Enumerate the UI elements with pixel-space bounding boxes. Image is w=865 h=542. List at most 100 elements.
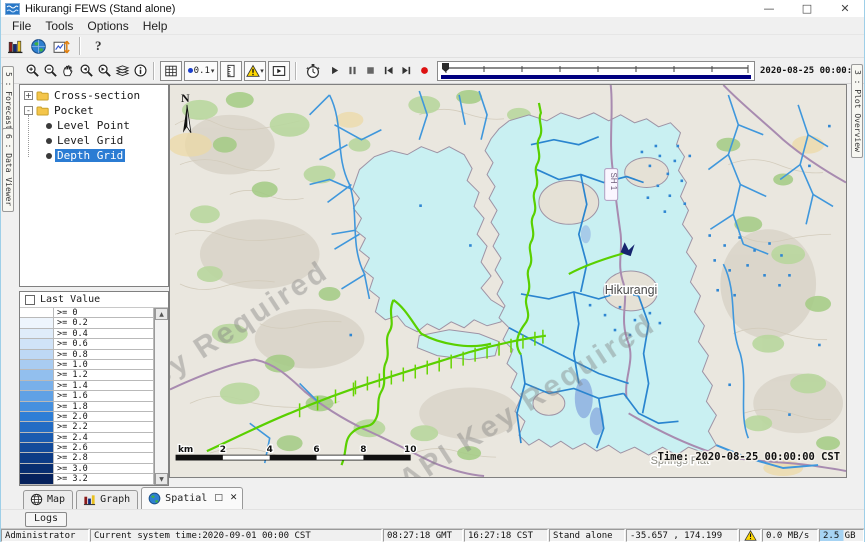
zoom-in-button[interactable] xyxy=(24,61,40,81)
legend-row[interactable]: >= 1.6 xyxy=(20,391,154,401)
timeline-handle[interactable] xyxy=(442,63,449,72)
tree-item-level-point[interactable]: Level Point xyxy=(20,118,168,133)
tab-map[interactable]: Map xyxy=(23,490,73,509)
tab-maximize-icon[interactable]: □ xyxy=(214,493,223,503)
datastore-icon[interactable] xyxy=(6,38,25,55)
tab-graph[interactable]: Graph xyxy=(76,490,138,509)
node-bullet-icon xyxy=(46,123,52,129)
legend-row[interactable]: >= 2.8 xyxy=(20,453,154,463)
pan-hand-button[interactable] xyxy=(60,61,76,81)
status-local-time: 16:27:18 CST xyxy=(464,529,548,542)
legend-color-swatch xyxy=(20,370,54,379)
tree-item-level-grid[interactable]: Level Grid xyxy=(20,133,168,148)
status-gmt-time: 08:27:18 GMT xyxy=(383,529,463,542)
legend-row-label: >= 0.4 xyxy=(54,329,154,338)
animation-movie-button[interactable] xyxy=(268,61,290,81)
contour-interval-value: 0.1 xyxy=(194,66,210,76)
contour-interval-dropdown[interactable]: 0.1 ▾ xyxy=(184,61,218,81)
tree-item-pocket[interactable]: - Pocket xyxy=(20,103,168,118)
map-display-globe-icon[interactable] xyxy=(29,38,48,55)
zoom-previous-button[interactable] xyxy=(78,61,94,81)
status-user: Administrator xyxy=(1,529,89,542)
menu-file[interactable]: File xyxy=(5,19,38,33)
legend-row[interactable]: >= 2.0 xyxy=(20,412,154,422)
expand-icon[interactable]: + xyxy=(24,91,33,100)
app-window: Hikurangi FEWS (Stand alone) — □ ✕ File … xyxy=(0,0,865,542)
tab-data-viewer[interactable]: 6 : Data Viewer xyxy=(2,128,14,212)
legend-title: Last Value xyxy=(40,294,100,305)
legend-row[interactable]: >= 2.4 xyxy=(20,433,154,443)
svg-text:SH 1: SH 1 xyxy=(609,173,618,191)
legend-row-label: >= 1.6 xyxy=(54,391,154,400)
legend-row[interactable]: >= 1.8 xyxy=(20,402,154,412)
tree-item-cross-section[interactable]: + Cross-section xyxy=(20,88,168,103)
tree-item-label: Level Point xyxy=(55,119,132,132)
time-step-clock-button[interactable] xyxy=(302,61,324,81)
filter-tree: + Cross-section - Pocket Level Point Lev… xyxy=(19,84,169,287)
tab-spatial[interactable]: Spatial □ ✕ xyxy=(141,487,243,509)
vertical-ruler-button[interactable] xyxy=(220,61,242,81)
timeseries-dialog-icon[interactable] xyxy=(52,38,71,55)
legend-row[interactable]: >= 2.2 xyxy=(20,422,154,432)
legend-row[interactable]: >= 2.6 xyxy=(20,443,154,453)
collapse-icon[interactable]: - xyxy=(24,106,33,115)
svg-text:4: 4 xyxy=(267,445,273,455)
legend-row[interactable]: >= 0.8 xyxy=(20,350,154,360)
legend-row[interactable]: >= 0.6 xyxy=(20,339,154,349)
legend-row-label: >= 0.2 xyxy=(54,318,154,327)
skip-to-start-button[interactable] xyxy=(380,61,396,81)
legend-row-label: >= 2.6 xyxy=(54,443,154,452)
legend-row[interactable]: >= 1.4 xyxy=(20,381,154,391)
legend-panel: Last Value >= 0 >= 0.2 >= 0.4 >= 0.6 >= … xyxy=(19,291,169,486)
logs-button[interactable]: Logs xyxy=(25,512,67,527)
tab-close-icon[interactable]: ✕ xyxy=(230,493,238,503)
legend-row[interactable]: >= 3.0 xyxy=(20,464,154,474)
legend-scrollbar[interactable]: ▲ ▼ xyxy=(154,308,168,485)
close-button[interactable]: ✕ xyxy=(826,2,864,15)
warnings-dropdown[interactable]: ▾ xyxy=(244,61,266,81)
stop-button[interactable] xyxy=(362,61,378,81)
legend-color-swatch xyxy=(20,412,54,421)
menu-options[interactable]: Options xyxy=(80,19,135,33)
pause-button[interactable] xyxy=(344,61,360,81)
grid-display-button[interactable] xyxy=(160,61,182,81)
tree-item-label: Pocket xyxy=(52,104,96,117)
skip-to-end-button[interactable] xyxy=(398,61,414,81)
town-label: Hikurangi xyxy=(605,283,658,297)
legend-row[interactable]: >= 0.2 xyxy=(20,318,154,328)
play-button[interactable] xyxy=(326,61,342,81)
zoom-out-button[interactable] xyxy=(42,61,58,81)
legend-row[interactable]: >= 1.2 xyxy=(20,370,154,380)
scroll-down-icon[interactable]: ▼ xyxy=(155,473,168,485)
record-button[interactable] xyxy=(416,61,432,81)
tab-plot-overview[interactable]: 3 : Plot Overview xyxy=(851,64,863,158)
legend-color-swatch xyxy=(20,433,54,442)
blue-globe-icon xyxy=(148,492,161,505)
legend-row[interactable]: >= 0.4 xyxy=(20,329,154,339)
maximize-button[interactable]: □ xyxy=(788,2,826,15)
legend-row-label: >= 1.4 xyxy=(54,381,154,390)
folder-icon xyxy=(36,105,49,116)
tree-item-depth-grid[interactable]: Depth Grid xyxy=(20,148,168,163)
scroll-up-icon[interactable]: ▲ xyxy=(155,308,168,320)
menu-tools[interactable]: Tools xyxy=(38,19,80,33)
tree-guide-line xyxy=(28,115,29,157)
map-canvas[interactable]: SH 1 API Key Required API Key Required H… xyxy=(169,84,847,478)
legend-row[interactable]: >= 3.2 xyxy=(20,474,154,484)
legend-color-swatch xyxy=(20,360,54,369)
zoom-next-button[interactable] xyxy=(96,61,112,81)
timeline-slider[interactable] xyxy=(437,61,755,81)
menu-help[interactable]: Help xyxy=(136,19,175,33)
menu-bar: File Tools Options Help xyxy=(1,17,864,35)
tab-forecast[interactable]: 5 : Forecast xyxy=(2,66,14,136)
bar-chart-icon xyxy=(83,493,96,506)
legend-row[interactable]: >= 1.0 xyxy=(20,360,154,370)
last-value-checkbox[interactable] xyxy=(25,295,35,305)
help-button[interactable]: ? xyxy=(95,38,102,54)
legend-row[interactable]: >= 0 xyxy=(20,308,154,318)
legend-row-label: >= 2.4 xyxy=(54,433,154,442)
info-button[interactable] xyxy=(132,61,148,81)
minimize-button[interactable]: — xyxy=(750,2,788,15)
status-warning[interactable] xyxy=(739,529,761,542)
layers-button[interactable] xyxy=(114,61,130,81)
